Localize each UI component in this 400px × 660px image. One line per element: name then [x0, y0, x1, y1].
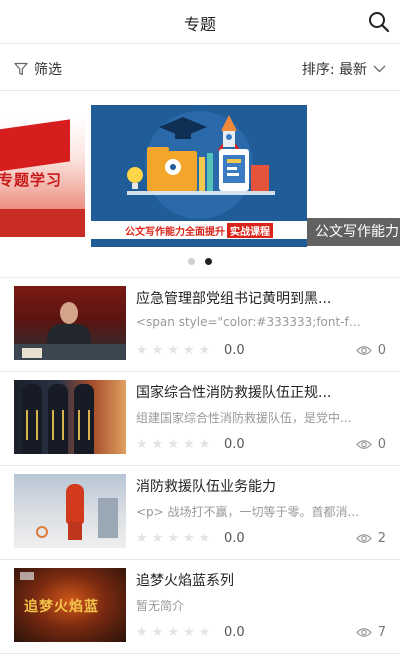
item-score: 0.0 — [224, 343, 245, 358]
banner-slide-current-caption: 公文写作能力全面提升 实战课程 — [91, 221, 307, 239]
sort-dropdown[interactable]: 排序: 最新 — [302, 59, 386, 79]
star-icon: ★ — [151, 625, 164, 640]
star-icon: ★ — [198, 531, 211, 546]
list-item[interactable]: 国家综合性消防救援队伍正规... 组建国家综合性消防救援队伍，是党中... ★ ★… — [0, 372, 400, 466]
carousel-dot-2[interactable] — [205, 258, 212, 265]
carousel-dot-1[interactable] — [188, 258, 195, 265]
star-icon: ★ — [182, 531, 195, 546]
flag-graphic — [0, 119, 70, 173]
filter-label: 筛选 — [34, 62, 62, 78]
rating-stars: ★ ★ ★ ★ ★ — [136, 532, 210, 546]
banner-slide-current[interactable]: 公文写作能力全面提升 实战课程 — [91, 105, 307, 247]
star-icon: ★ — [136, 343, 148, 358]
item-views: 0 — [355, 437, 386, 452]
list-item[interactable]: 消防救援队伍业务能力 <p> 战场打不赢，一切等于零。首都消... ★ ★ ★ ★ ★ … — [0, 466, 400, 560]
thumb-hose — [36, 526, 48, 538]
star-icon: ★ — [151, 437, 164, 452]
star-icon: ★ — [198, 625, 211, 640]
banner-carousel[interactable]: 专题学习 公文写作能力全面提升 实战课程 公文写作能力 — [0, 92, 400, 277]
banner-slide-previous[interactable]: 专题学习 — [0, 117, 85, 237]
item-summary: <p> 战场打不赢，一切等于零。首都消... — [136, 505, 359, 519]
thumbnail-title-text: 追梦火焰蓝 — [24, 599, 99, 615]
star-icon: ★ — [167, 437, 179, 452]
rating-stars: ★ ★ ★ ★ ★ — [136, 438, 210, 452]
item-title: 应急管理部党组书记黄明到黑... — [136, 291, 332, 307]
view-count: 7 — [377, 625, 386, 640]
thumb-cord — [52, 410, 64, 440]
star-icon: ★ — [151, 343, 164, 358]
thumb-nameplate — [22, 348, 42, 358]
list-item[interactable]: 追梦火焰蓝 追梦火焰蓝系列 暂无简介 ★ ★ ★ ★ ★ 0.0 7 — [0, 560, 400, 654]
channel-logo — [20, 572, 34, 580]
view-count: 0 — [377, 343, 386, 358]
item-summary: <span style="color:#333333;font-fa... — [136, 315, 362, 329]
banner-caption-highlight: 实战课程 — [227, 222, 273, 238]
eye-icon — [355, 440, 372, 449]
city-graphic — [0, 209, 85, 237]
eye-icon — [355, 346, 372, 355]
thumb-firefighter — [66, 484, 84, 524]
star-icon: ★ — [182, 625, 195, 640]
item-thumbnail — [14, 286, 126, 360]
item-views: 0 — [355, 343, 386, 358]
thumb-cord — [26, 410, 38, 440]
filter-bar: 筛选 排序: 最新 — [0, 45, 400, 91]
banner-caption-text: 公文写作能力全面提升 — [125, 226, 225, 238]
writing-course-illustration — [91, 105, 307, 223]
item-score: 0.0 — [224, 531, 245, 546]
item-views: 2 — [355, 531, 386, 546]
banner-slide-next-caption[interactable]: 公文写作能力 — [307, 218, 400, 246]
star-icon: ★ — [151, 531, 164, 546]
thumb-firefighter-legs — [68, 522, 82, 540]
star-icon: ★ — [136, 531, 148, 546]
page-title: 专题 — [183, 15, 216, 34]
item-title: 消防救援队伍业务能力 — [136, 479, 276, 495]
search-icon[interactable] — [368, 11, 390, 33]
item-title: 国家综合性消防救援队伍正规... — [136, 385, 332, 401]
star-icon: ★ — [167, 531, 179, 546]
item-title: 追梦火焰蓝系列 — [136, 573, 234, 589]
eye-icon — [355, 628, 372, 637]
banner-slide-previous-text: 专题学习 — [0, 171, 63, 189]
item-thumbnail: 追梦火焰蓝 — [14, 568, 126, 642]
chevron-down-icon — [373, 65, 386, 73]
star-icon: ★ — [136, 437, 148, 452]
star-icon: ★ — [167, 343, 179, 358]
star-icon: ★ — [198, 343, 211, 358]
item-summary: 暂无简介 — [136, 599, 185, 613]
item-score: 0.0 — [224, 625, 245, 640]
rating-stars: ★ ★ ★ ★ ★ — [136, 344, 210, 358]
eye-icon — [355, 534, 372, 543]
thumb-person-head — [60, 302, 78, 324]
view-count: 0 — [377, 437, 386, 452]
star-icon: ★ — [182, 437, 195, 452]
funnel-icon — [14, 62, 28, 76]
view-count: 2 — [377, 531, 386, 546]
item-summary: 组建国家综合性消防救援队伍，是党中... — [136, 411, 352, 425]
sort-label: 排序: 最新 — [301, 62, 367, 78]
list-item[interactable]: 应急管理部党组书记黄明到黑... <span style="color:#333… — [0, 278, 400, 372]
item-views: 7 — [355, 625, 386, 640]
filter-button[interactable]: 筛选 — [14, 59, 62, 79]
star-icon: ★ — [136, 625, 148, 640]
star-icon: ★ — [182, 343, 195, 358]
topic-list: 应急管理部党组书记黄明到黑... <span style="color:#333… — [0, 278, 400, 654]
star-icon: ★ — [198, 437, 211, 452]
thumb-building — [98, 498, 118, 538]
item-thumbnail — [14, 474, 126, 548]
item-thumbnail — [14, 380, 126, 454]
carousel-indicators — [0, 258, 400, 265]
star-icon: ★ — [167, 625, 179, 640]
item-score: 0.0 — [224, 437, 245, 452]
app-header: 专题 — [0, 0, 400, 44]
rating-stars: ★ ★ ★ ★ ★ — [136, 626, 210, 640]
thumb-cord — [78, 410, 90, 440]
